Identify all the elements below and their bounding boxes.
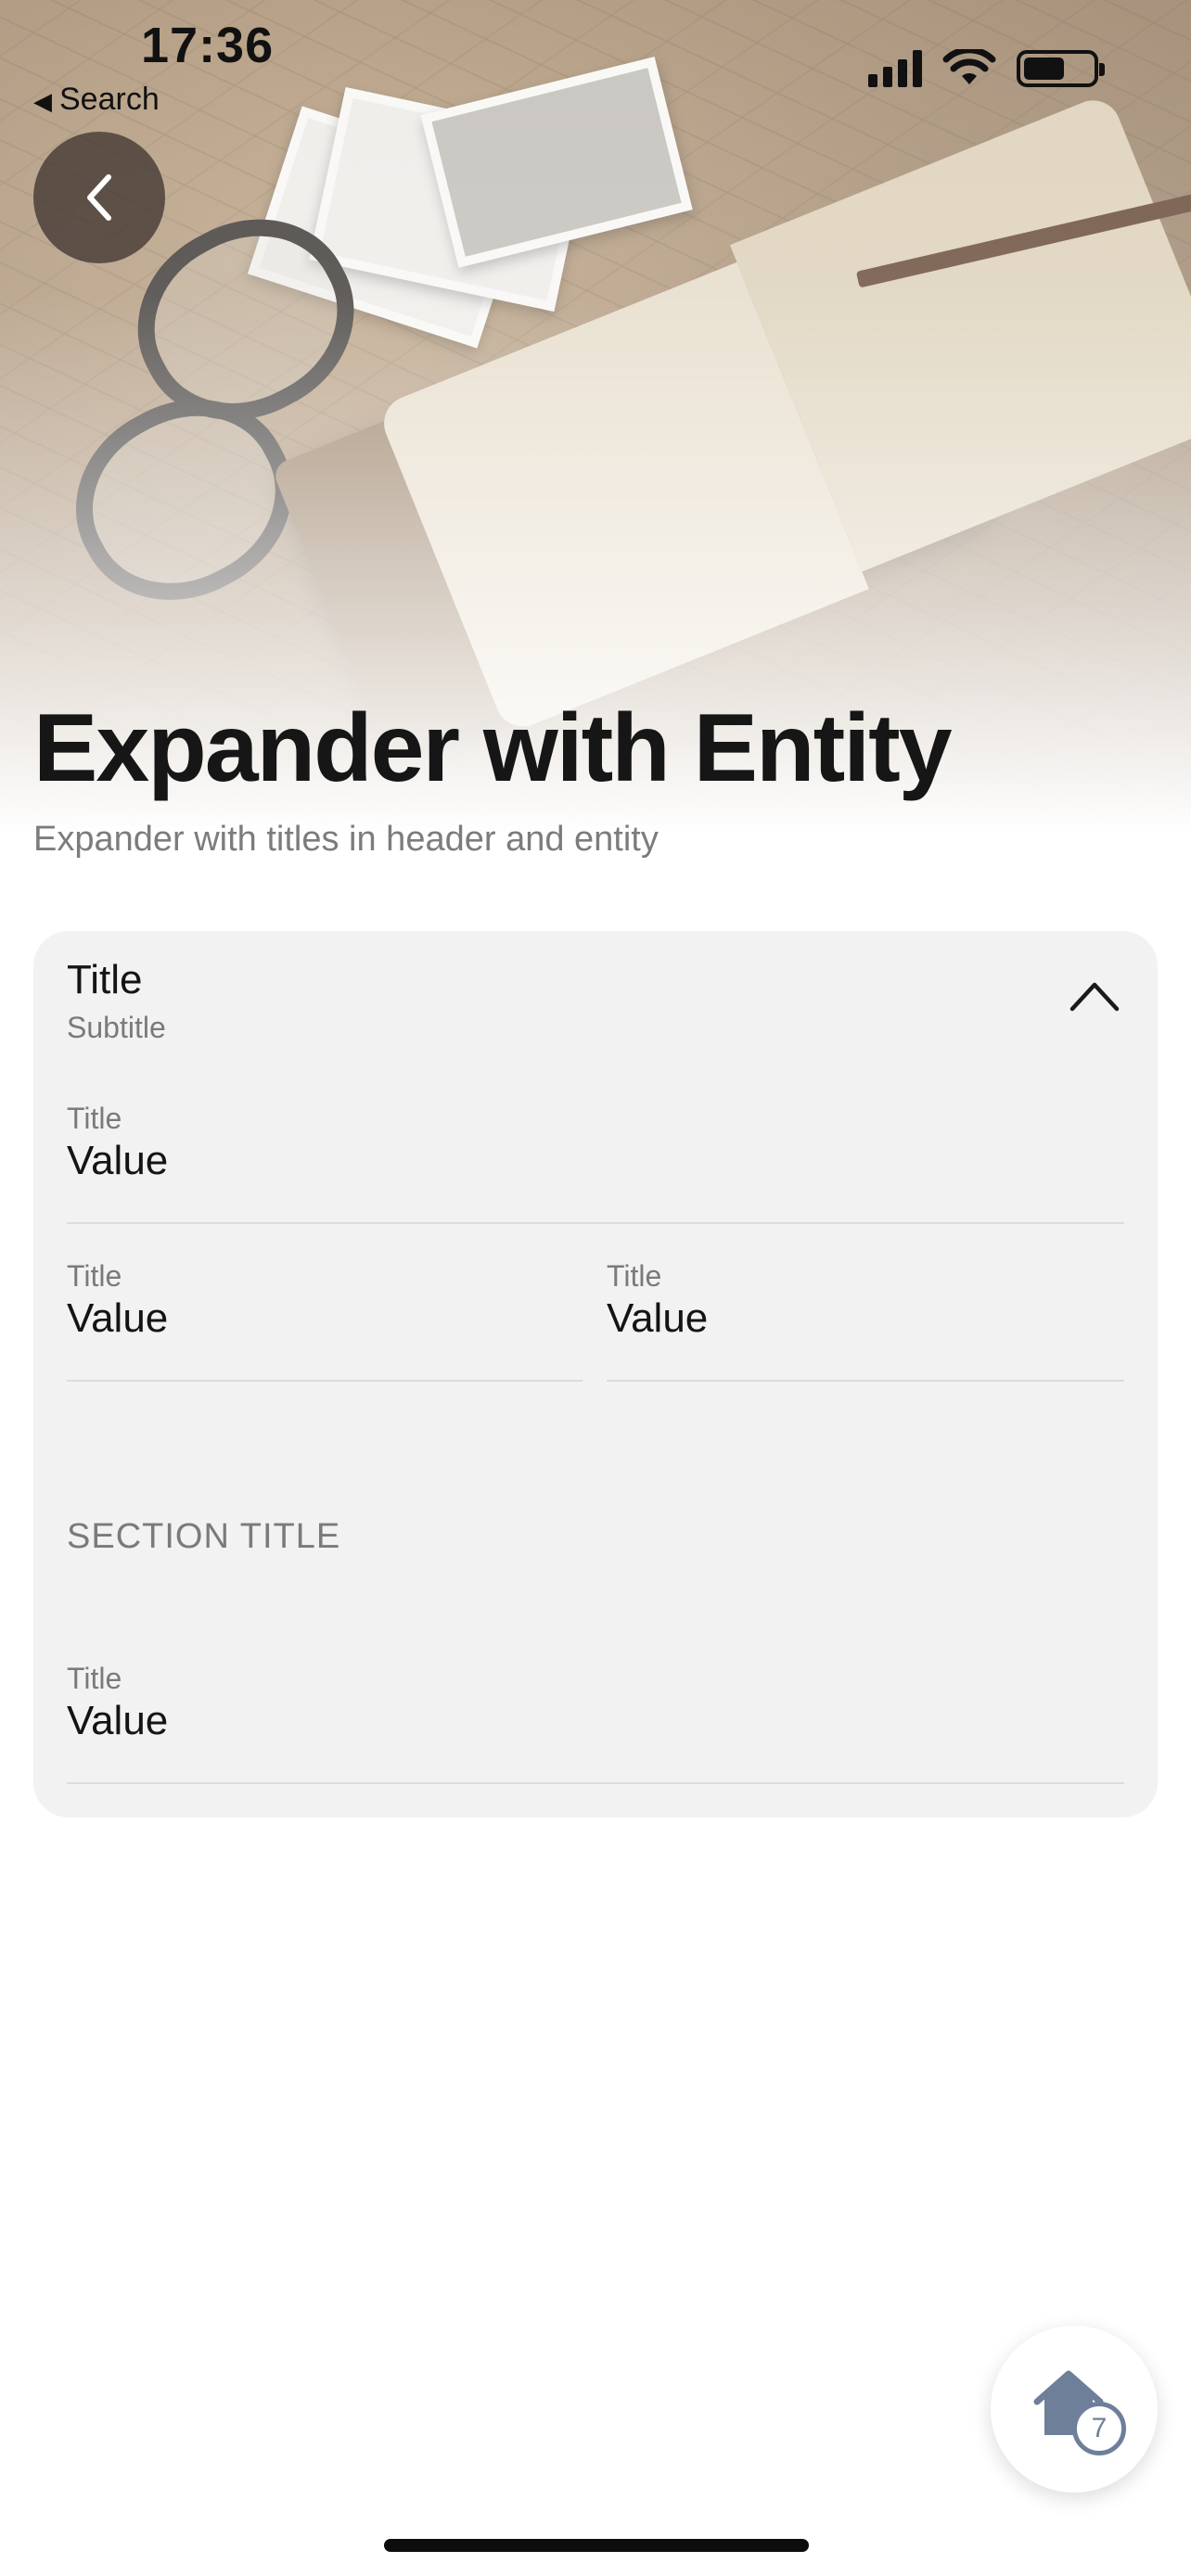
divider [67, 1222, 1124, 1224]
expander-card: Title Subtitle Title Value Title Value T… [33, 931, 1158, 1817]
status-back-link[interactable]: ◀ Search [33, 82, 160, 118]
entity-field: Title Value [67, 1662, 168, 1744]
back-button[interactable] [33, 132, 165, 263]
home-fab-button[interactable]: 7 [991, 2326, 1158, 2493]
field-value: Value [67, 1138, 169, 1183]
field-title: Title [67, 1259, 122, 1293]
status-time: 17:36 [141, 18, 275, 73]
field-value: Value [607, 1295, 709, 1341]
divider [67, 1380, 583, 1382]
divider [67, 1782, 1124, 1784]
field-value: Value [67, 1698, 169, 1743]
chevron-up-icon[interactable] [1069, 979, 1121, 1013]
page-subtitle: Expander with titles in header and entit… [33, 820, 659, 859]
divider [607, 1380, 1124, 1382]
battery-icon [1017, 50, 1105, 87]
entity-field: Title Value [607, 1259, 708, 1342]
page-title: Expander with Entity [33, 695, 953, 802]
cellular-signal-icon [868, 50, 922, 87]
field-title: Title [607, 1259, 662, 1293]
section-title: SECTION TITLE [67, 1517, 341, 1556]
status-icons [868, 45, 1105, 93]
entity-field: Title Value [67, 1259, 168, 1342]
expander-title: Title [67, 957, 143, 1002]
expander-header[interactable]: Title Subtitle [33, 931, 1158, 1070]
back-triangle-icon: ◀ [33, 87, 52, 115]
notification-badge: 7 [1072, 2402, 1126, 2455]
chevron-left-icon [87, 174, 111, 221]
expander-subtitle: Subtitle [67, 1011, 166, 1044]
home-indicator [384, 2539, 809, 2552]
field-title: Title [67, 1102, 122, 1135]
status-back-label: Search [59, 82, 160, 117]
wifi-icon [942, 49, 996, 84]
field-value: Value [67, 1295, 169, 1341]
field-title: Title [67, 1662, 122, 1695]
entity-field: Title Value [67, 1102, 168, 1184]
